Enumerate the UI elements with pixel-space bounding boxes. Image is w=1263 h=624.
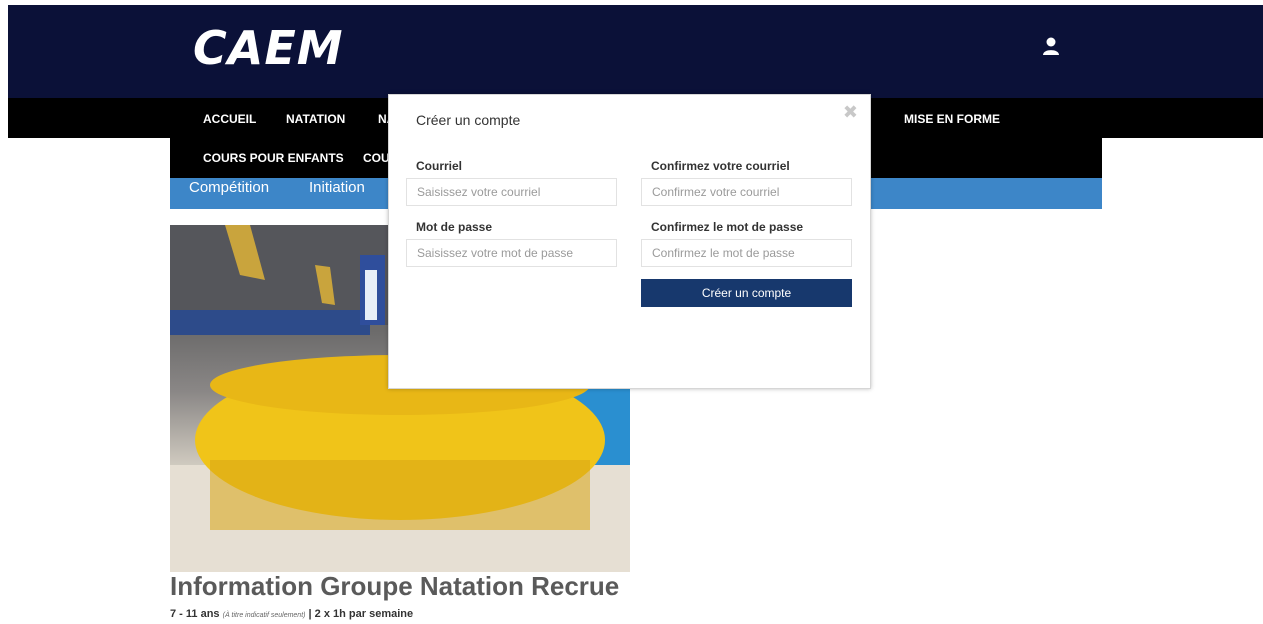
nav-item-natation[interactable]: NATATION: [286, 112, 345, 126]
confirm-email-field[interactable]: [641, 178, 852, 206]
age-info: 7 - 11 ans (À titre indicatif seulement)…: [170, 608, 413, 622]
age-range: 7 - 11 ans: [170, 608, 220, 620]
create-account-modal: Créer un compte ✖ Courriel Confirmez vot…: [388, 94, 871, 389]
confirm-email-label: Confirmez votre courriel: [651, 159, 790, 173]
confirm-password-field[interactable]: [641, 239, 852, 267]
nav-item-cours-truncated[interactable]: COU: [363, 151, 390, 165]
user-icon[interactable]: [1040, 36, 1062, 56]
email-field[interactable]: [406, 178, 617, 206]
modal-title: Créer un compte: [416, 112, 521, 128]
schedule-info: | 2 x 1h par semaine: [308, 608, 414, 620]
page-heading: Information Groupe Natation Recrue: [170, 571, 620, 601]
site-logo[interactable]: CAEM: [193, 22, 344, 74]
subnav-item-competition[interactable]: Compétition: [189, 179, 269, 197]
subnav-item-initiation[interactable]: Initiation: [309, 179, 365, 197]
nav-item-cours-pour-enfants[interactable]: COURS POUR ENFANTS: [203, 151, 344, 165]
password-field[interactable]: [406, 239, 617, 267]
nav-item-accueil[interactable]: ACCUEIL: [203, 112, 256, 126]
confirm-password-label: Confirmez le mot de passe: [651, 220, 804, 234]
email-label: Courriel: [416, 159, 463, 173]
close-icon[interactable]: ✖: [843, 103, 858, 121]
age-note: (À titre indicatif seulement): [222, 612, 306, 619]
password-label: Mot de passe: [416, 220, 493, 234]
create-account-button[interactable]: Créer un compte: [641, 279, 852, 307]
nav-item-mise-en-forme[interactable]: MISE EN FORME: [904, 112, 1000, 126]
